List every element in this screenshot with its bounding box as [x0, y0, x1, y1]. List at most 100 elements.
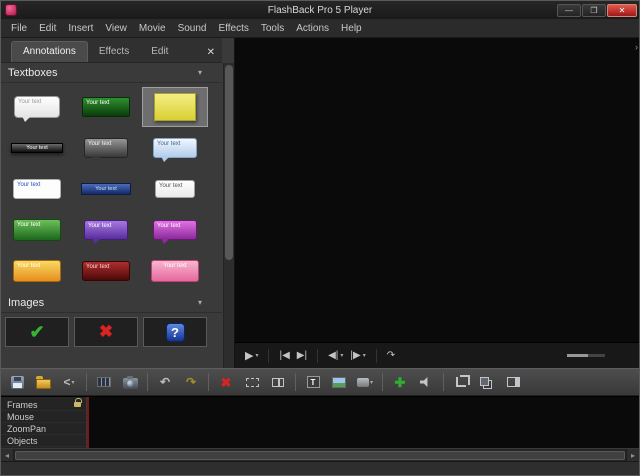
undo-button[interactable]: ↶ [153, 371, 177, 393]
track-frames[interactable]: Frames [1, 399, 86, 411]
images-collapse-icon[interactable]: ▾ [198, 298, 202, 307]
question-icon: ? [166, 323, 185, 342]
play-button[interactable]: ▶ ▾ [245, 349, 258, 362]
step-back-menu-icon[interactable]: ▾ [340, 352, 343, 359]
playhead[interactable] [87, 397, 89, 448]
open-button[interactable] [31, 371, 55, 393]
textbox-style-pink-rect[interactable]: Your text [143, 252, 207, 290]
delete-button[interactable]: ✖ [214, 371, 238, 393]
trim-button[interactable] [266, 371, 290, 393]
image-question-tile[interactable]: ? [143, 317, 207, 347]
scroll-left-icon[interactable]: ◂ [1, 449, 14, 461]
textbox-style-yellow-sticky[interactable] [143, 88, 207, 126]
menu-actions[interactable]: Actions [290, 21, 335, 36]
timeline-scrollbar[interactable]: ◂ ▸ [1, 448, 639, 461]
textbox-style-purple-bubble[interactable]: Your text [74, 211, 138, 249]
tab-effects[interactable]: Effects [88, 42, 140, 62]
menu-edit[interactable]: Edit [33, 21, 62, 36]
textboxes-collapse-icon[interactable]: ▾ [198, 68, 202, 77]
highlight-icon [357, 378, 369, 387]
textbox-style-darkred-rect[interactable]: Your text [74, 252, 138, 290]
sound-button[interactable] [414, 371, 438, 393]
checkmark-icon: ✔ [29, 322, 44, 343]
image-tick-tile[interactable]: ✔ [5, 317, 69, 347]
textbox-thumb: Your text [82, 97, 130, 117]
copy-button[interactable] [475, 371, 499, 393]
step-forward-button[interactable]: |▶ ▾ [350, 350, 365, 361]
track-zoompan[interactable]: ZoomPan [1, 423, 86, 435]
add-marker-button[interactable]: ✚ [388, 371, 412, 393]
track-label: Mouse [7, 412, 34, 422]
app-logo-icon [5, 4, 17, 16]
trim-icon [272, 378, 284, 387]
textbox-style-white-small[interactable]: Your text [143, 170, 207, 208]
maximize-button[interactable]: ❐ [582, 4, 606, 17]
panel-scrollbar[interactable] [223, 63, 234, 368]
volume-slider[interactable] [567, 354, 605, 357]
highlight-menu-icon[interactable]: ▾ [370, 379, 373, 386]
textbox-style-lightblue-bubble[interactable]: Your text [143, 129, 207, 167]
close-button[interactable]: ✕ [607, 4, 637, 17]
textbox-style-green-rect[interactable]: Your text [5, 211, 69, 249]
thumb-label: Your text [88, 141, 111, 147]
player-area: › ▶ ▾ |◀ ▶| ◀| ▾ |▶ ▾ ↷ [235, 38, 639, 368]
panel-splitter-icon[interactable]: › [635, 43, 638, 52]
images-section-header[interactable]: Images ▾ [1, 293, 222, 313]
share-button[interactable]: <▾ [57, 371, 81, 393]
minimize-button[interactable]: — [557, 4, 581, 17]
add-image-button[interactable] [327, 371, 351, 393]
menu-file[interactable]: File [5, 21, 33, 36]
select-frames-button[interactable] [240, 371, 264, 393]
transport-controls: ▶ ▾ |◀ ▶| ◀| ▾ |▶ ▾ ↷ [235, 342, 639, 368]
menu-insert[interactable]: Insert [62, 21, 99, 36]
loop-button[interactable]: ↷ [387, 350, 395, 361]
panel-close-icon[interactable]: ✕ [207, 47, 215, 62]
play-menu-icon[interactable]: ▾ [255, 352, 258, 359]
textbox-style-dark-green-rect[interactable]: Your text [74, 88, 138, 126]
textbox-icon: T [307, 376, 320, 388]
step-back-button[interactable]: ◀| ▾ [328, 350, 343, 361]
layout-button[interactable] [501, 371, 525, 393]
scroll-right-icon[interactable]: ▸ [626, 449, 639, 461]
step-forward-menu-icon[interactable]: ▾ [363, 352, 366, 359]
insert-frames-button[interactable] [92, 371, 116, 393]
textbox-style-white-blue-text[interactable]: Your text [5, 170, 69, 208]
timeline: Frames Mouse ZoomPan Objects [1, 396, 639, 448]
track-mouse[interactable]: Mouse [1, 411, 86, 423]
track-objects[interactable]: Objects [1, 435, 86, 447]
screenshot-button[interactable] [118, 371, 142, 393]
timeline-scrollbar-thumb[interactable] [15, 451, 625, 460]
image-cross-tile[interactable]: ✖ [74, 317, 138, 347]
add-highlight-button[interactable]: ▾ [353, 371, 377, 393]
tab-edit[interactable]: Edit [140, 42, 179, 62]
textbox-thumb [154, 93, 196, 121]
timeline-canvas[interactable] [87, 397, 639, 448]
skip-start-button[interactable]: |◀ [279, 350, 289, 361]
save-button[interactable] [5, 371, 29, 393]
toolbar-separator [86, 373, 87, 391]
menu-tools[interactable]: Tools [255, 21, 290, 36]
menu-sound[interactable]: Sound [172, 21, 213, 36]
textbox-style-magenta-bubble[interactable]: Your text [143, 211, 207, 249]
menu-movie[interactable]: Movie [133, 21, 172, 36]
textbox-style-orange-rect[interactable]: Your text [5, 252, 69, 290]
redo-button[interactable]: ↷ [179, 371, 203, 393]
menu-view[interactable]: View [99, 21, 133, 36]
textbox-style-navy-bar[interactable]: Your text [74, 170, 138, 208]
add-textbox-button[interactable]: T [301, 371, 325, 393]
thumb-label: Your text [86, 264, 109, 270]
menu-effects[interactable]: Effects [212, 21, 254, 36]
textbox-style-black-bar[interactable]: Your text [5, 129, 69, 167]
crop-button[interactable] [449, 371, 473, 393]
share-menu-icon[interactable]: ▾ [72, 379, 75, 386]
textbox-style-gray-bubble[interactable]: Your text [74, 129, 138, 167]
delete-icon: ✖ [221, 376, 232, 389]
textboxes-section-header[interactable]: Textboxes ▾ [1, 63, 222, 83]
menubar: File Edit Insert View Movie Sound Effect… [1, 19, 639, 38]
textbox-style-white-bubble[interactable]: Your text [5, 88, 69, 126]
textbox-thumb: Your text [13, 260, 61, 282]
tab-annotations[interactable]: Annotations [11, 41, 88, 62]
skip-end-button[interactable]: ▶| [297, 350, 307, 361]
panel-scrollbar-thumb[interactable] [225, 65, 233, 260]
menu-help[interactable]: Help [335, 21, 368, 36]
